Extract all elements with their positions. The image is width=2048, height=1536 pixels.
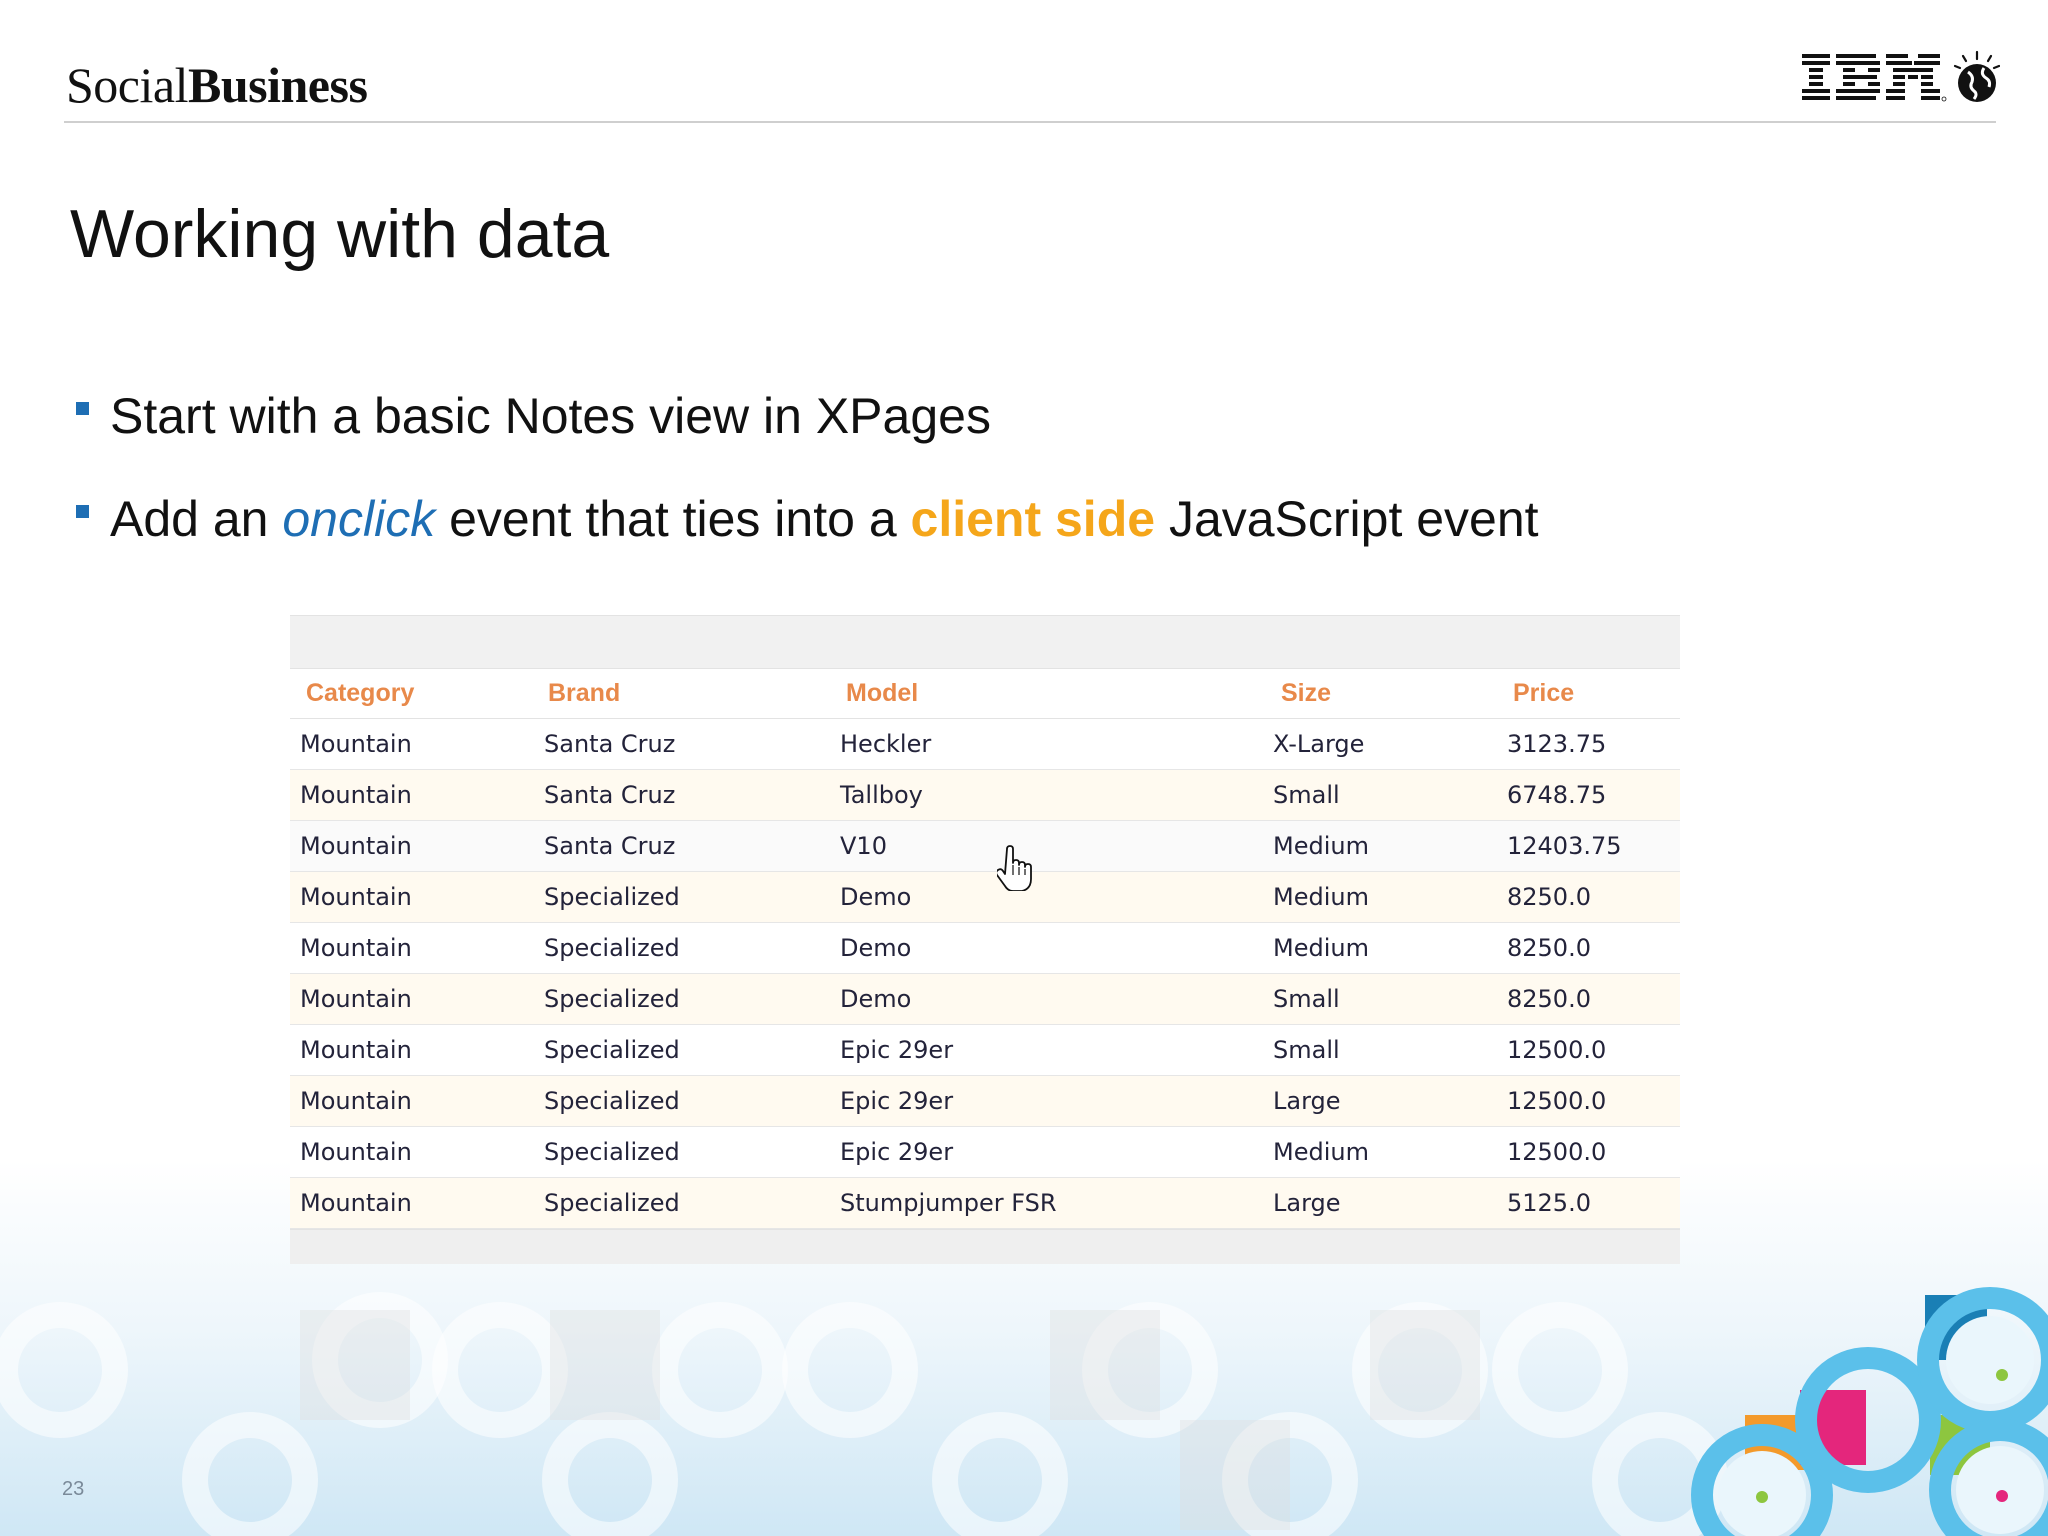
table-row[interactable]: Mountain Specialized Epic 29er Large 125… bbox=[290, 1075, 1680, 1127]
cell-price: 12500.0 bbox=[1507, 1126, 1680, 1178]
brand-bold-text: Business bbox=[187, 57, 368, 113]
client-side-highlight: client side bbox=[910, 491, 1156, 547]
column-header-category[interactable]: Category bbox=[290, 669, 544, 719]
column-header-brand[interactable]: Brand bbox=[544, 669, 840, 719]
cell-model: Demo bbox=[840, 871, 1273, 923]
cell-brand: Santa Cruz bbox=[544, 820, 840, 872]
cell-size: Small bbox=[1273, 769, 1507, 821]
cell-size: Medium bbox=[1273, 820, 1507, 872]
header-divider bbox=[64, 121, 1996, 123]
table-row[interactable]: Mountain Specialized Epic 29er Small 125… bbox=[290, 1024, 1680, 1076]
cell-price: 8250.0 bbox=[1507, 871, 1680, 923]
data-table: Category Brand Model Size Price Mountain… bbox=[290, 669, 1680, 1229]
cell-brand: Specialized bbox=[544, 1075, 840, 1127]
cell-model: Epic 29er bbox=[840, 1024, 1273, 1076]
cell-category: Mountain bbox=[290, 973, 544, 1025]
cell-brand: Specialized bbox=[544, 1126, 840, 1178]
social-business-logo: SocialBusiness bbox=[66, 57, 368, 113]
cell-model: Epic 29er bbox=[840, 1075, 1273, 1127]
view-toolbar bbox=[290, 615, 1680, 669]
cell-category: Mountain bbox=[290, 922, 544, 974]
cell-brand: Santa Cruz bbox=[544, 718, 840, 770]
cell-model: Epic 29er bbox=[840, 1126, 1273, 1178]
cell-model: V10 bbox=[840, 820, 1273, 872]
bullet-item: Start with a basic Notes view in XPages bbox=[76, 386, 1539, 446]
cell-category: Mountain bbox=[290, 871, 544, 923]
hand-cursor-icon bbox=[997, 845, 1032, 891]
column-header-model[interactable]: Model bbox=[840, 669, 1273, 719]
cell-model: Demo bbox=[840, 973, 1273, 1025]
table-row[interactable]: Mountain Specialized Demo Medium 8250.0 bbox=[290, 922, 1680, 974]
column-header-price[interactable]: Price bbox=[1507, 669, 1680, 719]
cell-brand: Specialized bbox=[544, 973, 840, 1025]
table-row[interactable]: Mountain Santa Cruz Heckler X-Large 3123… bbox=[290, 718, 1680, 770]
cell-category: Mountain bbox=[290, 718, 544, 770]
table-row[interactable]: Mountain Specialized Epic 29er Medium 12… bbox=[290, 1126, 1680, 1178]
cell-price: 12500.0 bbox=[1507, 1075, 1680, 1127]
bullet-item: Add an onclick event that ties into a cl… bbox=[76, 489, 1539, 549]
cell-model: Heckler bbox=[840, 718, 1273, 770]
view-pager-bar bbox=[290, 1229, 1680, 1264]
table-row[interactable]: Mountain Specialized Stumpjumper FSR Lar… bbox=[290, 1177, 1680, 1229]
cell-category: Mountain bbox=[290, 769, 544, 821]
cell-brand: Santa Cruz bbox=[544, 769, 840, 821]
cell-brand: Specialized bbox=[544, 1024, 840, 1076]
data-view-screenshot: Category Brand Model Size Price Mountain… bbox=[290, 615, 1680, 1264]
bullet-text: event that ties into a bbox=[435, 491, 911, 547]
onclick-highlight: onclick bbox=[282, 491, 436, 547]
ibm-logo-icon bbox=[1802, 50, 2000, 102]
cell-model: Stumpjumper FSR bbox=[840, 1177, 1273, 1229]
cell-price: 8250.0 bbox=[1507, 973, 1680, 1025]
cell-size: Medium bbox=[1273, 922, 1507, 974]
cell-price: 8250.0 bbox=[1507, 922, 1680, 974]
cell-category: Mountain bbox=[290, 1075, 544, 1127]
cell-model: Tallboy bbox=[840, 769, 1273, 821]
cell-category: Mountain bbox=[290, 1177, 544, 1229]
table-row[interactable]: Mountain Santa Cruz V10 Medium 12403.75 bbox=[290, 820, 1680, 872]
cell-price: 3123.75 bbox=[1507, 718, 1680, 770]
cell-size: Large bbox=[1273, 1177, 1507, 1229]
cell-size: Small bbox=[1273, 973, 1507, 1025]
bullet-text: JavaScript event bbox=[1155, 491, 1539, 547]
cell-price: 6748.75 bbox=[1507, 769, 1680, 821]
table-header-row: Category Brand Model Size Price bbox=[290, 669, 1680, 719]
brand-light-text: Social bbox=[66, 57, 188, 113]
cell-price: 12500.0 bbox=[1507, 1024, 1680, 1076]
cell-size: Medium bbox=[1273, 1126, 1507, 1178]
bullet-list: Start with a basic Notes view in XPages … bbox=[76, 386, 1539, 592]
cell-size: Small bbox=[1273, 1024, 1507, 1076]
bullet-text: Add an bbox=[110, 491, 283, 547]
bullet-marker-icon bbox=[76, 505, 89, 518]
cell-size: Large bbox=[1273, 1075, 1507, 1127]
page-title: Working with data bbox=[70, 196, 610, 272]
column-header-size[interactable]: Size bbox=[1273, 669, 1507, 719]
slide: SocialBusiness Working with data Start w… bbox=[0, 0, 2048, 1536]
cell-category: Mountain bbox=[290, 1024, 544, 1076]
bullet-marker-icon bbox=[76, 402, 89, 415]
cell-brand: Specialized bbox=[544, 922, 840, 974]
table-row[interactable]: Mountain Specialized Demo Small 8250.0 bbox=[290, 973, 1680, 1025]
cell-size: X-Large bbox=[1273, 718, 1507, 770]
page-number: 23 bbox=[62, 1478, 85, 1500]
cell-price: 5125.0 bbox=[1507, 1177, 1680, 1229]
cell-brand: Specialized bbox=[544, 871, 840, 923]
table-row[interactable]: Mountain Santa Cruz Tallboy Small 6748.7… bbox=[290, 769, 1680, 821]
cell-category: Mountain bbox=[290, 1126, 544, 1178]
bullet-text: Start with a basic Notes view in XPages bbox=[110, 388, 991, 444]
cell-model: Demo bbox=[840, 922, 1273, 974]
cell-price: 12403.75 bbox=[1507, 820, 1680, 872]
cell-category: Mountain bbox=[290, 820, 544, 872]
cell-brand: Specialized bbox=[544, 1177, 840, 1229]
table-row[interactable]: Mountain Specialized Demo Medium 8250.0 bbox=[290, 871, 1680, 923]
cell-size: Medium bbox=[1273, 871, 1507, 923]
